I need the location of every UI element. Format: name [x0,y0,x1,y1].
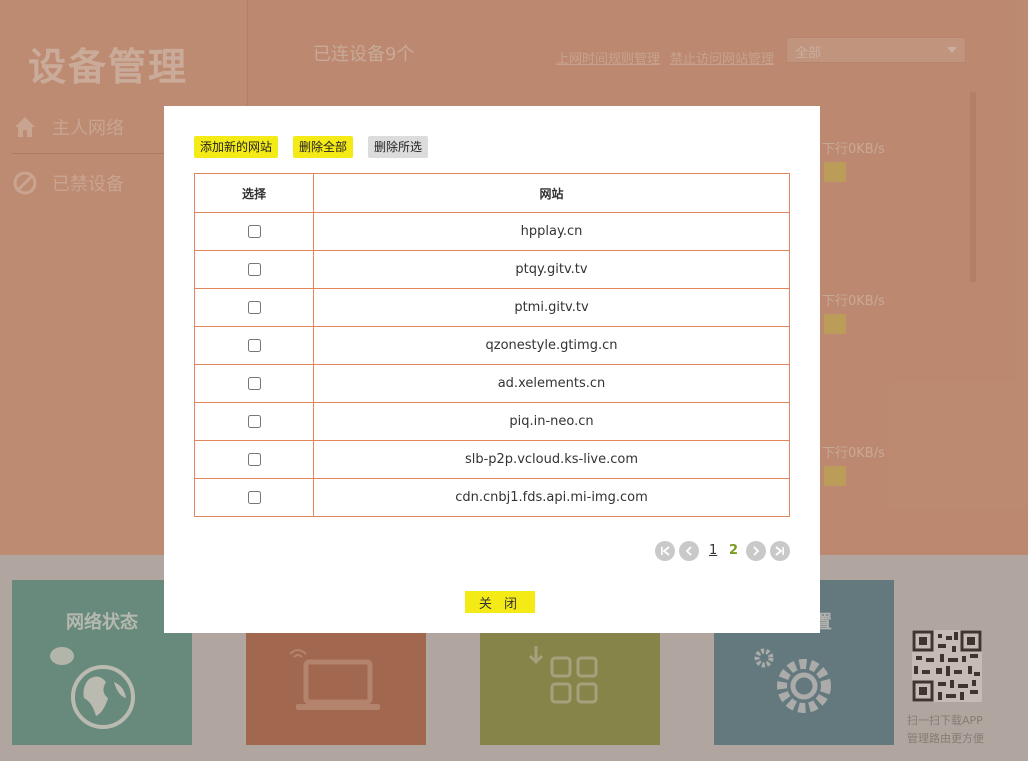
row-select-checkbox[interactable] [247,415,261,428]
row-select-checkbox[interactable] [247,301,261,314]
blocked-sites-table: 选择 网站 hpplay.cn ptqy.gitv.tv ptmi.gitv.t… [194,173,790,517]
page-number-link[interactable]: 1 [709,541,717,561]
row-select-checkbox[interactable] [247,225,261,238]
table-row: hpplay.cn [194,212,790,251]
page-number-current[interactable]: 2 [729,541,738,561]
row-select-checkbox[interactable] [247,491,261,504]
last-page-button[interactable] [770,541,790,561]
first-page-button[interactable] [655,541,675,561]
delete-all-button[interactable]: 删除全部 [293,136,353,158]
column-header-select: 选择 [194,173,314,213]
table-row: cdn.cnbj1.fds.api.mi-img.com [194,478,790,517]
chevron-right-icon [753,546,760,556]
site-cell: cdn.cnbj1.fds.api.mi-img.com [313,478,790,517]
site-cell: qzonestyle.gtimg.cn [313,326,790,365]
close-button[interactable]: 关 闭 [465,591,535,613]
site-cell: ptmi.gitv.tv [313,288,790,327]
site-cell: slb-p2p.vcloud.ks-live.com [313,440,790,479]
row-select-checkbox[interactable] [247,263,261,276]
table-row: ad.xelements.cn [194,364,790,403]
table-row: qzonestyle.gtimg.cn [194,326,790,365]
first-page-icon [661,546,670,556]
table-header-row: 选择 网站 [194,173,790,213]
row-select-checkbox[interactable] [247,339,261,352]
delete-selected-button[interactable]: 删除所选 [368,136,428,158]
site-cell: piq.in-neo.cn [313,402,790,441]
next-page-button[interactable] [746,541,766,561]
site-cell: ptqy.gitv.tv [313,250,790,289]
site-cell: hpplay.cn [313,212,790,251]
table-row: piq.in-neo.cn [194,402,790,441]
prev-page-button[interactable] [679,541,699,561]
chevron-left-icon [685,546,692,556]
row-select-checkbox[interactable] [247,377,261,390]
add-site-button[interactable]: 添加新的网站 [194,136,278,158]
table-row: ptqy.gitv.tv [194,250,790,289]
column-header-site: 网站 [313,173,790,213]
last-page-icon [775,546,784,556]
site-cell: ad.xelements.cn [313,364,790,403]
table-row: slb-p2p.vcloud.ks-live.com [194,440,790,479]
table-row: ptmi.gitv.tv [194,288,790,327]
row-select-checkbox[interactable] [247,453,261,466]
